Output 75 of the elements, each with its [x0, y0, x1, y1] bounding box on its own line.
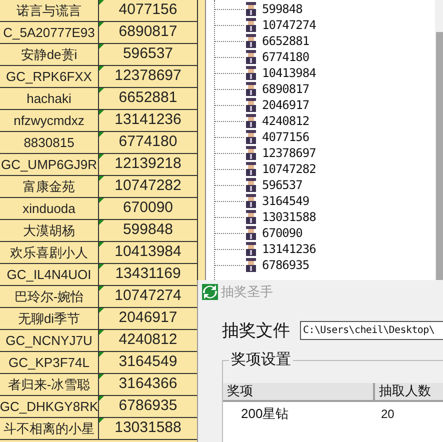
column-header[interactable]: 奖项 [223, 382, 375, 402]
table-cell: 诺言与谎言 [0, 0, 99, 21]
person-icon [244, 65, 258, 81]
table-cell: GC_RPK6FXX [0, 66, 99, 87]
person-icon [244, 241, 258, 257]
person-icon [244, 193, 258, 209]
table-cell: 大漠胡杨 [0, 220, 99, 241]
column-header[interactable]: 抽取人数 [375, 382, 443, 402]
tree-item[interactable]: 10413984 [262, 65, 316, 81]
person-icon [244, 161, 258, 177]
table-cell: 巴玲尔-婉怡 [0, 286, 99, 307]
tree-item[interactable]: 670090 [262, 225, 302, 241]
table-cell: 无聊di季节 [0, 308, 99, 329]
person-icon [244, 177, 258, 193]
tree-item[interactable]: 6774180 [262, 49, 310, 65]
person-icon [244, 209, 258, 225]
table-cell: 4077156 [99, 0, 198, 21]
table-cell: GC_KP3F74L [0, 352, 99, 373]
table-cell: 富康金苑 [0, 176, 99, 197]
table-cell: 安静de蒉i [0, 44, 99, 65]
table-cell: 欢乐喜剧小人 [0, 242, 99, 263]
table-cell: 6890817 [99, 22, 198, 43]
person-icon [244, 113, 258, 129]
tree-item[interactable]: 6786935 [262, 257, 310, 273]
person-icon [244, 1, 258, 17]
table-cell: 12139218 [99, 154, 198, 175]
table-cell: GC_DHKGY8RK [0, 396, 99, 417]
tree-item[interactable]: 4077156 [262, 129, 310, 145]
tree-item[interactable]: 6652881 [262, 33, 310, 49]
table-cell: 10747282 [99, 176, 198, 197]
tree-item[interactable]: 2046917 [262, 97, 310, 113]
tree-item[interactable]: 10747274 [262, 17, 316, 33]
tree-item[interactable]: 10747282 [262, 161, 316, 177]
file-path-field[interactable]: C:\Users\cheil\Desktop\ [300, 321, 443, 340]
tree-item[interactable]: 3164549 [262, 193, 310, 209]
person-icon [244, 33, 258, 49]
table-cell-text: 20 [380, 406, 394, 422]
table-cell: GC_UMP6GJ9R [0, 154, 99, 175]
person-icon [244, 97, 258, 113]
tree-item[interactable]: 596537 [262, 177, 302, 193]
table-cell: 10413984 [99, 242, 198, 263]
person-icon [244, 17, 258, 33]
table-cell: 者归来-冰雪聪 [0, 374, 99, 395]
tree-item[interactable]: 599848 [262, 1, 302, 17]
table-cell: GC_IL4N4UOI [0, 264, 99, 285]
tree-item[interactable]: 13141236 [262, 241, 316, 257]
table-cell: 13141236 [99, 110, 198, 131]
table-cell: 6774180 [99, 132, 198, 153]
field-label: 抽奖文件 [222, 320, 290, 342]
table-cell: xinduoda [0, 198, 99, 219]
table-cell: 596537 [99, 44, 198, 65]
table-cell: hachaki [0, 88, 99, 109]
person-icon [244, 257, 258, 273]
scrollbar[interactable] [435, 0, 443, 280]
table-cell: GC_NCNYJ7U [0, 330, 99, 351]
table-cell: nfzwycmdxz [0, 110, 99, 131]
table-cell: 12378697 [99, 66, 198, 87]
table-cell: 6652881 [99, 88, 198, 109]
table-cell-text: 200星钻 [240, 404, 290, 423]
tree-item[interactable]: 12378697 [262, 145, 316, 161]
window-title: 抽奖圣手 [221, 282, 273, 301]
person-icon [244, 81, 258, 97]
table-cell: 斗不相离的小星 [0, 418, 99, 439]
table-cell: 8830815 [0, 132, 99, 153]
tree-item[interactable]: 6890817 [262, 81, 310, 97]
tree-item[interactable]: 13031588 [262, 209, 316, 225]
tree-item[interactable]: 4240812 [262, 113, 310, 129]
app-icon [202, 284, 218, 300]
table-cell: 670090 [99, 198, 198, 219]
person-icon [244, 49, 258, 65]
table-cell: C_5A20777E93 [0, 22, 99, 43]
person-icon [244, 225, 258, 241]
person-icon [244, 129, 258, 145]
table-cell: 599848 [99, 220, 198, 241]
person-icon [244, 145, 258, 161]
